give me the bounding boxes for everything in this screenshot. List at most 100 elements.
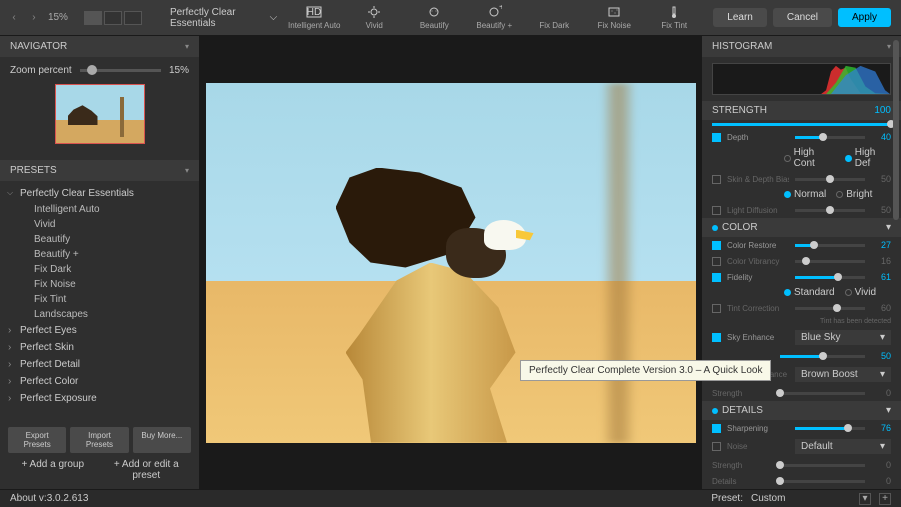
sky-dropdown[interactable]: Blue Sky▾	[795, 330, 891, 345]
top-toolbar: ‹ › 15% Perfectly Clear Essentials ⌵ HDI…	[0, 0, 901, 36]
vivid-radio[interactable]: Vivid	[845, 287, 877, 298]
add-preset-icon[interactable]: +	[879, 493, 891, 505]
preset-dropdown[interactable]: Perfectly Clear Essentials ⌵	[170, 7, 277, 29]
noise-checkbox[interactable]	[712, 442, 721, 451]
color-restore-slider[interactable]	[795, 244, 865, 247]
high-contrast-radio[interactable]: High Cont	[784, 147, 835, 169]
sky-slider[interactable]	[780, 355, 865, 358]
fidelity-slider[interactable]	[795, 276, 865, 279]
moon-icon	[546, 5, 562, 19]
preset-item[interactable]: Landscapes	[0, 307, 199, 322]
save-preset-icon[interactable]: ▾	[859, 493, 871, 505]
tool-intelligent-auto[interactable]: HDIntelligent Auto	[285, 0, 343, 36]
cancel-button[interactable]: Cancel	[773, 8, 832, 27]
tools: HDIntelligent Auto Vivid Beautify +Beaut…	[285, 0, 703, 36]
tool-fix-tint[interactable]: Fix Tint	[645, 0, 703, 36]
skin-depth-checkbox[interactable]	[712, 175, 721, 184]
light-diffusion-checkbox[interactable]	[712, 206, 721, 215]
preset-group[interactable]: Perfect Exposure	[0, 390, 199, 407]
buy-more-button[interactable]: Buy More...	[133, 427, 191, 453]
navigator-thumbnail[interactable]	[55, 84, 145, 144]
preset-group[interactable]: Perfectly Clear Essentials	[0, 185, 199, 202]
vibrancy-checkbox[interactable]	[712, 257, 721, 266]
tint-correction-checkbox[interactable]	[712, 304, 721, 313]
left-panel: NAVIGATOR▾ Zoom percent 15% PRESETS▾ Per…	[0, 36, 200, 489]
view-mode-buttons	[84, 11, 142, 25]
strength-header[interactable]: STRENGTH100	[702, 101, 901, 120]
canvas[interactable]	[200, 36, 701, 489]
zoom-slider[interactable]	[80, 69, 161, 72]
preset-item[interactable]: Intelligent Auto	[0, 202, 199, 217]
zoom-value: 15%	[169, 65, 189, 76]
sky-enhance-checkbox[interactable]	[712, 333, 721, 342]
sun-icon	[366, 5, 382, 19]
tool-beautify[interactable]: Beautify	[405, 0, 463, 36]
apply-button[interactable]: Apply	[838, 8, 891, 27]
noise-icon	[606, 5, 622, 19]
next-arrow-icon[interactable]: ›	[28, 11, 40, 25]
chevron-down-icon: ▾	[185, 42, 189, 51]
preset-item[interactable]: Vivid	[0, 217, 199, 232]
learn-button[interactable]: Learn	[713, 8, 767, 27]
normal-radio[interactable]: Normal	[784, 189, 826, 200]
bright-radio[interactable]: Bright	[836, 189, 872, 200]
sharpening-checkbox[interactable]	[712, 424, 721, 433]
chevron-down-icon: ▾	[886, 222, 891, 233]
svg-text:HD: HD	[307, 7, 321, 18]
preset-item[interactable]: Beautify +	[0, 247, 199, 262]
vibrancy-slider[interactable]	[795, 260, 865, 263]
preset-group[interactable]: Perfect Detail	[0, 356, 199, 373]
noise-dropdown[interactable]: Default▾	[795, 439, 891, 454]
noise-strength-slider[interactable]	[780, 464, 865, 467]
noise-detail-slider[interactable]	[780, 480, 865, 483]
chevron-down-icon: ▾	[880, 441, 885, 452]
view-split-button[interactable]	[104, 11, 122, 25]
hd-icon: HD	[306, 5, 322, 19]
fidelity-checkbox[interactable]	[712, 273, 721, 282]
preset-item[interactable]: Beautify	[0, 232, 199, 247]
tint-correction-slider[interactable]	[795, 307, 865, 310]
color-header[interactable]: COLOR▾	[702, 218, 901, 237]
high-def-radio[interactable]: High Def	[845, 147, 891, 169]
tool-fix-dark[interactable]: Fix Dark	[525, 0, 583, 36]
depth-checkbox[interactable]	[712, 133, 721, 142]
preset-item[interactable]: Fix Noise	[0, 277, 199, 292]
zoom-label: Zoom percent	[10, 65, 72, 76]
details-header[interactable]: DETAILS▾	[702, 401, 901, 420]
preset-item[interactable]: Fix Dark	[0, 262, 199, 277]
tool-fix-noise[interactable]: Fix Noise	[585, 0, 643, 36]
tool-beautify-plus[interactable]: +Beautify +	[465, 0, 523, 36]
export-presets-button[interactable]: Export Presets	[8, 427, 66, 453]
prev-arrow-icon[interactable]: ‹	[8, 11, 20, 25]
foliage-strength-slider[interactable]	[780, 392, 865, 395]
top-right-buttons: Learn Cancel Apply	[703, 8, 901, 27]
about-text[interactable]: About v:3.0.2.613	[10, 493, 88, 504]
strength-slider[interactable]	[712, 123, 891, 126]
light-diffusion-slider[interactable]	[795, 209, 865, 212]
footer-preset-dropdown[interactable]: Custom	[751, 493, 851, 504]
right-scrollbar[interactable]	[893, 40, 899, 220]
import-presets-button[interactable]: Import Presets	[70, 427, 128, 453]
view-single-button[interactable]	[84, 11, 102, 25]
preset-group[interactable]: Perfect Eyes	[0, 322, 199, 339]
view-side-button[interactable]	[124, 11, 142, 25]
face-plus-icon: +	[486, 5, 502, 19]
tool-vivid[interactable]: Vivid	[345, 0, 403, 36]
color-restore-checkbox[interactable]	[712, 241, 721, 250]
presets-header[interactable]: PRESETS▾	[0, 160, 199, 181]
add-group-button[interactable]: + Add a group	[8, 459, 98, 481]
preset-item[interactable]: Fix Tint	[0, 292, 199, 307]
preset-group[interactable]: Perfect Color	[0, 373, 199, 390]
tint-note: Tint has been detected	[702, 316, 901, 327]
skin-depth-slider[interactable]	[795, 178, 865, 181]
presets-body: Perfectly Clear EssentialsIntelligent Au…	[0, 181, 199, 419]
foliage-dropdown[interactable]: Brown Boost▾	[795, 367, 891, 382]
histogram-header[interactable]: HISTOGRAM▾	[702, 36, 901, 57]
depth-slider[interactable]	[795, 136, 865, 139]
navigator-header[interactable]: NAVIGATOR▾	[0, 36, 199, 57]
histogram	[712, 63, 891, 95]
add-preset-button[interactable]: + Add or edit a preset	[102, 459, 192, 481]
standard-radio[interactable]: Standard	[784, 287, 835, 298]
sharpening-slider[interactable]	[795, 427, 865, 430]
preset-group[interactable]: Perfect Skin	[0, 339, 199, 356]
